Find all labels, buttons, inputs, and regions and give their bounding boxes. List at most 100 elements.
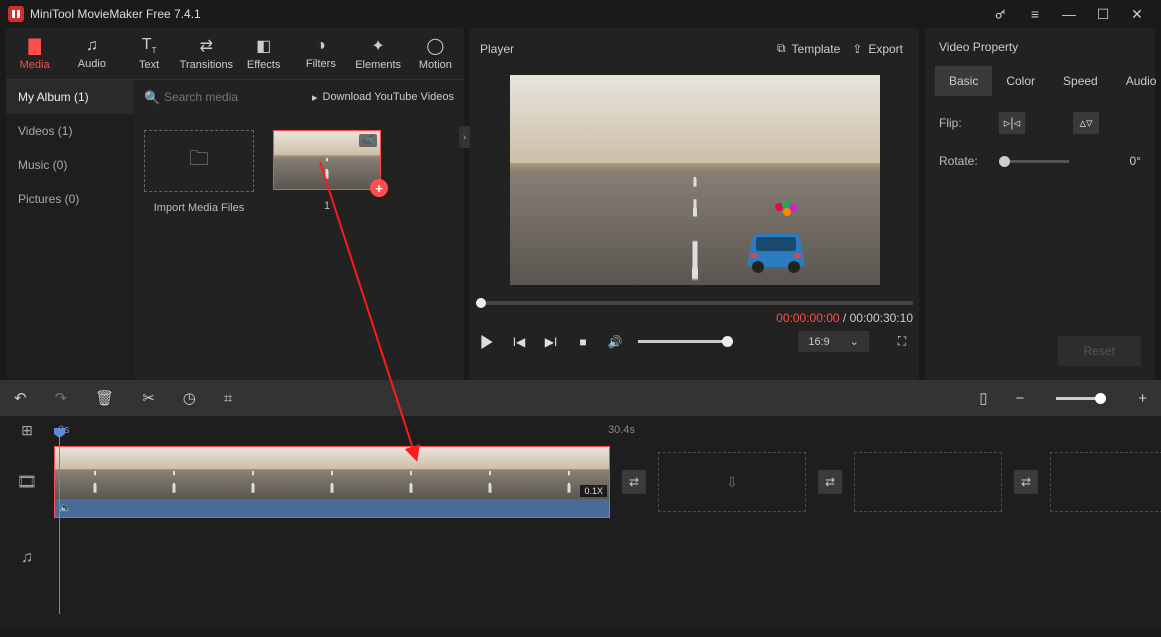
- flip-vertical-button[interactable]: ▵▿: [1073, 112, 1099, 134]
- audio-track-icon: ♫: [0, 520, 54, 596]
- tab-elements[interactable]: ✦Elements: [350, 28, 407, 79]
- transition-icon: ⇄: [200, 36, 213, 56]
- rotate-value: 0°: [1130, 154, 1141, 168]
- media-clip-1[interactable]: 📹 +: [273, 130, 381, 190]
- next-frame-button[interactable]: ▶I: [542, 333, 560, 351]
- drop-zone-2[interactable]: [854, 452, 1002, 512]
- volume-slider[interactable]: [638, 340, 728, 343]
- clip-caption: 1: [324, 200, 330, 212]
- tab-filters[interactable]: ◑Filters: [292, 28, 349, 79]
- car-graphic: [740, 223, 812, 277]
- motion-icon: ◯: [426, 36, 444, 56]
- timeline-toolbar: ↶ ↷ 🗑 ✂ ◷ ⌗ ▯ − +: [0, 380, 1161, 416]
- effects-icon: ◧: [256, 36, 271, 56]
- tab-text[interactable]: TTText: [121, 28, 178, 79]
- speed-button[interactable]: ◷: [183, 389, 196, 407]
- play-button[interactable]: [478, 333, 496, 351]
- aspect-ratio-select[interactable]: 16:9 ⌄: [798, 331, 869, 352]
- volume-knob[interactable]: [722, 336, 733, 347]
- player-title: Player: [480, 42, 514, 56]
- search-media: 🔍: [144, 86, 304, 108]
- folder-icon: ▇: [28, 36, 40, 56]
- drop-zone-1[interactable]: ⇩: [658, 452, 806, 512]
- speed-badge: 0.1X: [580, 485, 607, 497]
- search-input[interactable]: [144, 86, 304, 108]
- prev-frame-button[interactable]: I◀: [510, 333, 528, 351]
- player-panel: Player ⧉ Template ⇪ Export: [470, 28, 919, 380]
- delete-button[interactable]: 🗑: [95, 389, 114, 407]
- top-tabs: ▇Media ♫Audio TTText ⇄Transitions ◧Effec…: [6, 28, 464, 80]
- video-track[interactable]: 0.1X 🔈 ⇄ ⇩ ⇄ ⇄: [54, 444, 1161, 520]
- progress-knob[interactable]: [476, 298, 486, 308]
- proptab-basic[interactable]: Basic: [935, 66, 992, 96]
- fit-button[interactable]: ▯: [979, 389, 987, 407]
- crop-button[interactable]: ⌗: [224, 390, 232, 407]
- elements-icon: ✦: [371, 36, 384, 56]
- zoom-in-button[interactable]: +: [1138, 390, 1147, 407]
- video-preview[interactable]: [510, 75, 880, 285]
- progress-bar[interactable]: [476, 301, 913, 305]
- time-ruler[interactable]: 0s 30.4s: [54, 416, 1161, 444]
- drop-zone-3[interactable]: [1050, 452, 1161, 512]
- folder-icon: 🗀: [189, 144, 209, 178]
- app-title: MiniTool MovieMaker Free 7.4.1: [30, 7, 201, 21]
- flip-horizontal-button[interactable]: ▹|◃: [999, 112, 1025, 134]
- volume-button[interactable]: 🔊: [606, 333, 624, 351]
- zoom-slider[interactable]: [1056, 397, 1106, 400]
- clip-audio-bar[interactable]: 🔈: [55, 499, 609, 517]
- fullscreen-button[interactable]: ⛶: [893, 333, 911, 351]
- export-button[interactable]: ⇪ Export: [846, 39, 909, 59]
- maximize-button[interactable]: ☐: [1087, 0, 1119, 28]
- reset-button[interactable]: Reset: [1058, 336, 1141, 366]
- split-button[interactable]: ✂: [142, 389, 155, 407]
- stop-button[interactable]: ■: [574, 333, 592, 351]
- transition-slot-1[interactable]: ⇄: [622, 470, 646, 494]
- undo-button[interactable]: ↶: [14, 389, 27, 407]
- rotate-slider[interactable]: [999, 160, 1069, 163]
- proptab-speed[interactable]: Speed: [1049, 66, 1112, 96]
- music-icon: ♫: [86, 37, 98, 55]
- video-track-icon: 🎞: [0, 444, 54, 520]
- menu-icon[interactable]: ≡: [1019, 0, 1051, 28]
- tab-audio[interactable]: ♫Audio: [63, 28, 120, 79]
- timeline-clip-1[interactable]: 0.1X 🔈: [54, 446, 610, 518]
- tab-motion[interactable]: ◯Motion: [407, 28, 464, 79]
- key-icon[interactable]: [985, 0, 1017, 28]
- tab-effects[interactable]: ◧Effects: [235, 28, 292, 79]
- playhead[interactable]: [59, 430, 60, 614]
- media-pane: 🔍 ▸ Download YouTube Videos 🗀 Import Med…: [134, 80, 464, 380]
- flip-label: Flip:: [939, 116, 985, 130]
- nav-my-album[interactable]: My Album (1): [6, 80, 134, 114]
- proptab-color[interactable]: Color: [992, 66, 1049, 96]
- add-track-button[interactable]: ⊞: [0, 416, 54, 444]
- filters-icon: ◑: [316, 37, 326, 55]
- tab-transitions[interactable]: ⇄Transitions: [178, 28, 235, 79]
- tab-media[interactable]: ▇Media: [6, 28, 63, 79]
- nav-videos[interactable]: Videos (1): [6, 114, 134, 148]
- close-button[interactable]: ✕: [1121, 0, 1153, 28]
- rotate-label: Rotate:: [939, 154, 985, 168]
- nav-pictures[interactable]: Pictures (0): [6, 182, 134, 216]
- titlebar: MiniTool MovieMaker Free 7.4.1 ≡ — ☐ ✕: [0, 0, 1161, 28]
- add-to-timeline-button[interactable]: +: [370, 179, 388, 197]
- audio-track[interactable]: [54, 520, 1161, 580]
- import-media-button[interactable]: 🗀: [144, 130, 254, 192]
- media-sidenav: My Album (1) Videos (1) Music (0) Pictur…: [6, 80, 134, 380]
- youtube-icon: ▸: [312, 91, 318, 104]
- minimize-button[interactable]: —: [1053, 0, 1085, 28]
- rotate-knob[interactable]: [999, 156, 1010, 167]
- nav-music[interactable]: Music (0): [6, 148, 134, 182]
- video-icon: 📹: [359, 134, 377, 147]
- transition-slot-2[interactable]: ⇄: [818, 470, 842, 494]
- download-youtube-button[interactable]: ▸ Download YouTube Videos: [312, 91, 454, 104]
- transition-slot-3[interactable]: ⇄: [1014, 470, 1038, 494]
- search-icon: 🔍: [144, 90, 160, 106]
- zoom-knob[interactable]: [1095, 393, 1106, 404]
- zoom-out-button[interactable]: −: [1015, 390, 1024, 407]
- redo-button[interactable]: ↷: [55, 389, 68, 407]
- template-button[interactable]: ⧉ Template: [771, 38, 846, 59]
- properties-panel: Video Property Basic Color Speed Audio F…: [925, 28, 1155, 380]
- expand-properties-button[interactable]: ›: [459, 126, 470, 148]
- timeline-tracks[interactable]: 0s 30.4s 0.1X 🔈 ⇄ ⇩ ⇄: [54, 416, 1161, 630]
- proptab-audio[interactable]: Audio: [1112, 66, 1161, 96]
